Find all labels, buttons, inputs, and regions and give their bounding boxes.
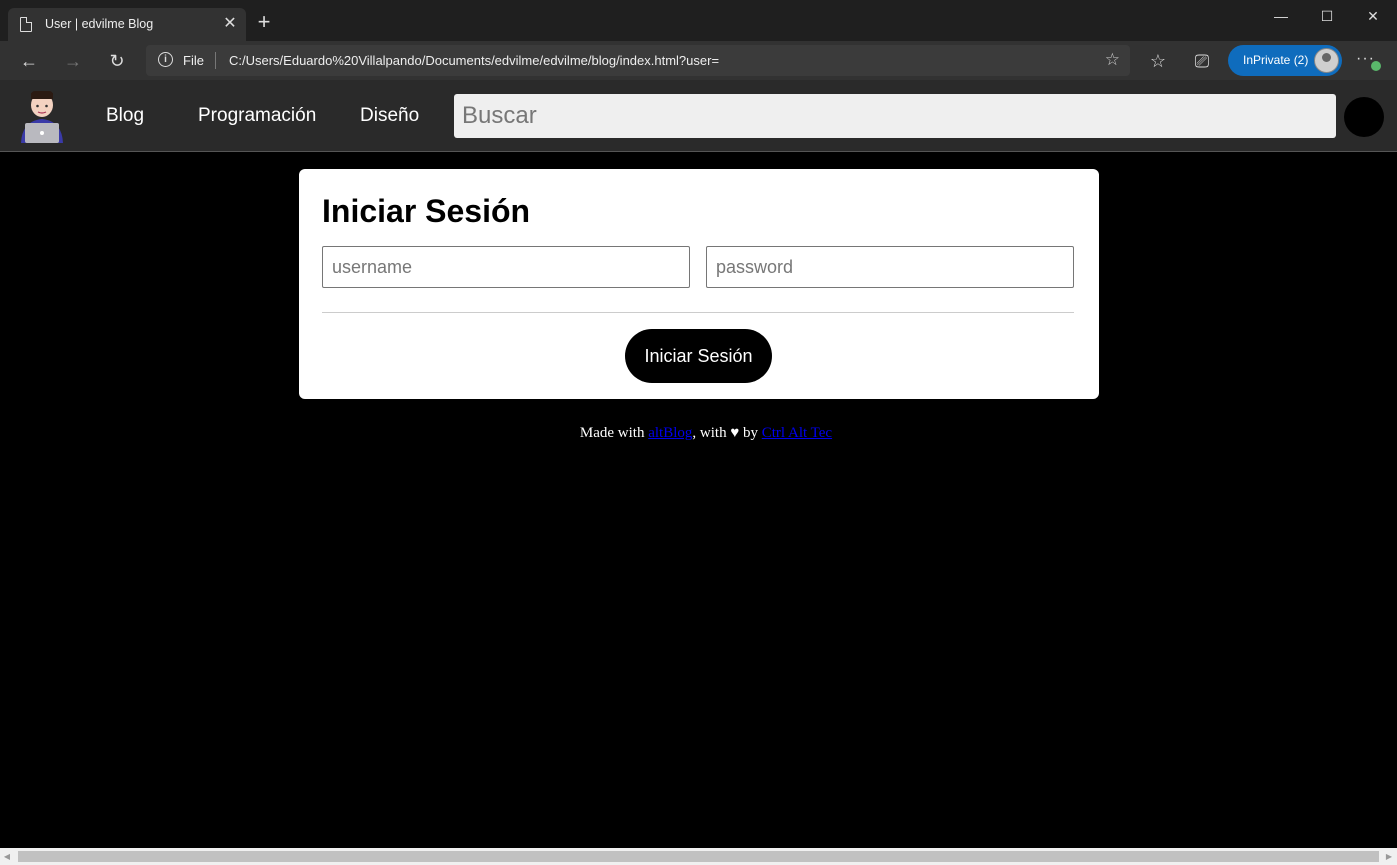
username-input[interactable] xyxy=(322,246,690,288)
browser-tab[interactable]: User | edvilme Blog ✕ xyxy=(8,8,246,41)
new-tab-icon[interactable]: + xyxy=(254,11,274,33)
info-icon[interactable]: i xyxy=(158,52,173,67)
browser-toolbar: ← → ↻ i File C:/Users/Eduardo%20Villalpa… xyxy=(0,41,1397,80)
close-window-icon[interactable]: ✕ xyxy=(1350,4,1396,28)
address-url[interactable]: C:/Users/Eduardo%20Villalpando/Documents… xyxy=(229,53,719,68)
back-arrow-icon[interactable]: ← xyxy=(15,47,43,75)
address-scheme: File xyxy=(183,53,204,68)
favorite-star-icon[interactable]: ☆ xyxy=(1105,50,1120,70)
nav-link-programacion[interactable]: Programación xyxy=(198,105,316,127)
technologist-logo-icon[interactable] xyxy=(19,89,65,143)
login-title: Iniciar Sesión xyxy=(322,193,531,229)
profile-avatar-icon xyxy=(1314,48,1339,73)
tab-title: User | edvilme Blog xyxy=(45,17,154,31)
footer-middle: , with xyxy=(692,425,731,441)
update-badge xyxy=(1371,61,1381,71)
scroll-right-icon[interactable]: ▶ xyxy=(1384,851,1394,862)
login-card: Iniciar Sesión Iniciar Sesión xyxy=(299,169,1099,399)
horizontal-scrollbar[interactable]: ◀ ▶ xyxy=(0,848,1397,865)
password-input[interactable] xyxy=(706,246,1074,288)
refresh-icon[interactable]: ↻ xyxy=(103,47,131,75)
altblog-link[interactable]: altBlog xyxy=(648,425,692,441)
browser-titlebar: User | edvilme Blog ✕ + — ☐ ✕ xyxy=(0,0,1397,41)
footer: Made with altBlog, with ♥ by Ctrl Alt Te… xyxy=(0,425,1397,442)
card-divider xyxy=(322,312,1074,313)
address-divider xyxy=(215,52,216,69)
heart-icon: ♥ xyxy=(730,425,740,441)
scrollbar-thumb[interactable] xyxy=(18,851,1379,862)
nav-link-diseno[interactable]: Diseño xyxy=(360,105,419,127)
page-icon xyxy=(20,17,32,32)
site-navbar: Blog Programación Diseño xyxy=(0,80,1397,152)
nav-link-blog[interactable]: Blog xyxy=(106,105,144,127)
ctrl-alt-tec-link[interactable]: Ctrl Alt Tec xyxy=(762,425,832,441)
footer-prefix: Made with xyxy=(579,425,649,441)
login-button[interactable]: Iniciar Sesión xyxy=(625,329,772,383)
inprivate-button[interactable]: InPrivate (2) xyxy=(1228,45,1342,76)
maximize-icon[interactable]: ☐ xyxy=(1304,4,1350,28)
user-avatar[interactable] xyxy=(1344,97,1384,137)
forward-arrow-icon[interactable]: → xyxy=(59,47,87,75)
close-tab-icon[interactable]: ✕ xyxy=(220,14,240,34)
favorites-icon[interactable]: ☆ xyxy=(1144,47,1172,75)
minimize-icon[interactable]: — xyxy=(1258,4,1304,28)
scroll-left-icon[interactable]: ◀ xyxy=(2,851,12,862)
search-input[interactable] xyxy=(454,94,1336,138)
footer-by: by xyxy=(739,425,762,441)
address-bar[interactable]: i File C:/Users/Eduardo%20Villalpando/Do… xyxy=(146,45,1130,76)
read-aloud-icon[interactable]: ⎚ xyxy=(1188,47,1216,75)
inprivate-label: InPrivate (2) xyxy=(1243,53,1309,67)
